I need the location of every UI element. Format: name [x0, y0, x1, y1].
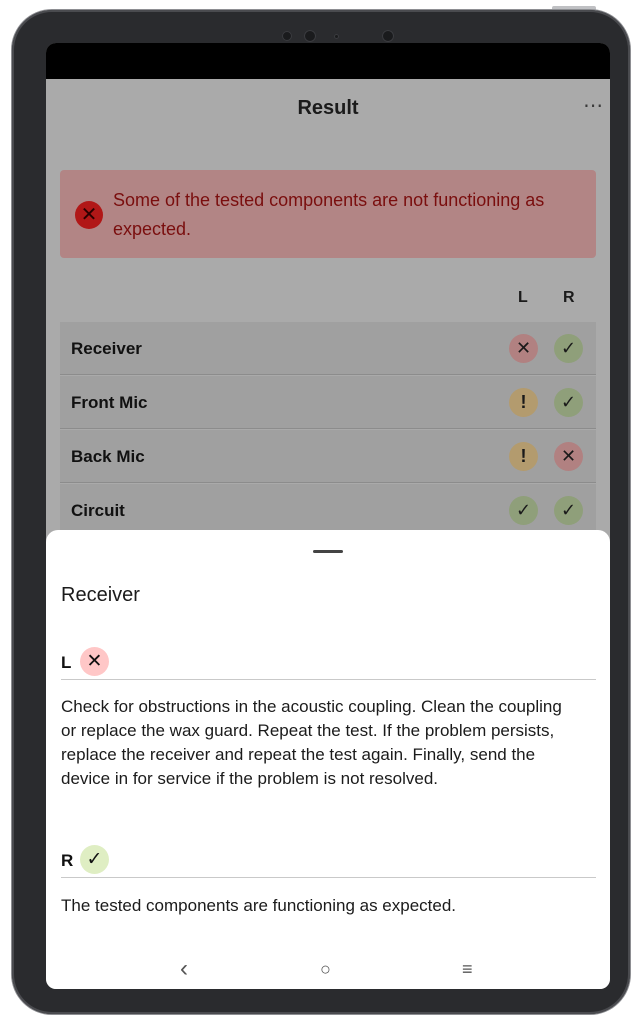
left-warning-icon: ! — [509, 442, 538, 471]
more-options-icon[interactable]: ⋯ — [583, 93, 604, 118]
component-name: Back Mic — [71, 447, 145, 466]
app-bar: Result ⋯ — [46, 79, 610, 139]
right-side-description: The tested components are functioning as… — [61, 896, 457, 915]
drag-handle[interactable] — [313, 550, 343, 553]
status-bar — [46, 43, 610, 79]
error-banner-text: Some of the tested components are not fu… — [113, 190, 545, 239]
tablet-frame: Result ⋯ ✕ Some of the tested components… — [12, 10, 630, 1014]
recents-nav-icon[interactable]: ≡ — [462, 959, 473, 980]
component-name: Front Mic — [71, 393, 148, 412]
left-fail-icon: ✕ — [509, 334, 538, 363]
left-check-icon: ✓ — [509, 496, 538, 525]
component-row-front-mic[interactable]: Front Mic ! ✓ — [60, 376, 596, 429]
left-warning-icon: ! — [509, 388, 538, 417]
right-side-label: R — [61, 851, 74, 870]
home-nav-icon[interactable]: ○ — [320, 959, 331, 980]
fail-icon: ✕ — [80, 647, 109, 676]
sensor-dot — [334, 34, 339, 39]
component-name: Circuit — [71, 501, 125, 520]
check-icon: ✓ — [80, 845, 109, 874]
detail-bottom-sheet: Receiver L ✕ Check for obstructions in t… — [46, 530, 610, 989]
right-side-header: R ✓ — [61, 841, 596, 878]
component-name: Receiver — [71, 339, 142, 358]
screen: Result ⋯ ✕ Some of the tested components… — [46, 43, 610, 989]
error-circle-icon: ✕ — [75, 201, 103, 229]
right-check-icon: ✓ — [554, 496, 583, 525]
error-banner: ✕ Some of the tested components are not … — [60, 170, 596, 258]
back-nav-icon[interactable]: ‹ — [180, 955, 188, 983]
component-row-back-mic[interactable]: Back Mic ! ✕ — [60, 430, 596, 483]
column-header-right: R — [563, 289, 575, 306]
left-side-header: L ✕ — [61, 643, 596, 680]
left-side-description: Check for obstructions in the acoustic c… — [61, 697, 562, 788]
sheet-title: Receiver — [61, 584, 140, 606]
sensor-dot — [382, 30, 394, 42]
right-fail-icon: ✕ — [554, 442, 583, 471]
right-check-icon: ✓ — [554, 388, 583, 417]
page-title: Result — [297, 97, 359, 119]
column-header-left: L — [518, 289, 528, 306]
system-nav-bar: ‹ ○ ≡ — [46, 955, 610, 989]
left-side-label: L — [61, 653, 72, 672]
sensor-dot — [282, 31, 292, 41]
right-check-icon: ✓ — [554, 334, 583, 363]
front-camera-icon — [304, 30, 316, 42]
component-row-receiver[interactable]: Receiver ✕ ✓ — [60, 322, 596, 375]
